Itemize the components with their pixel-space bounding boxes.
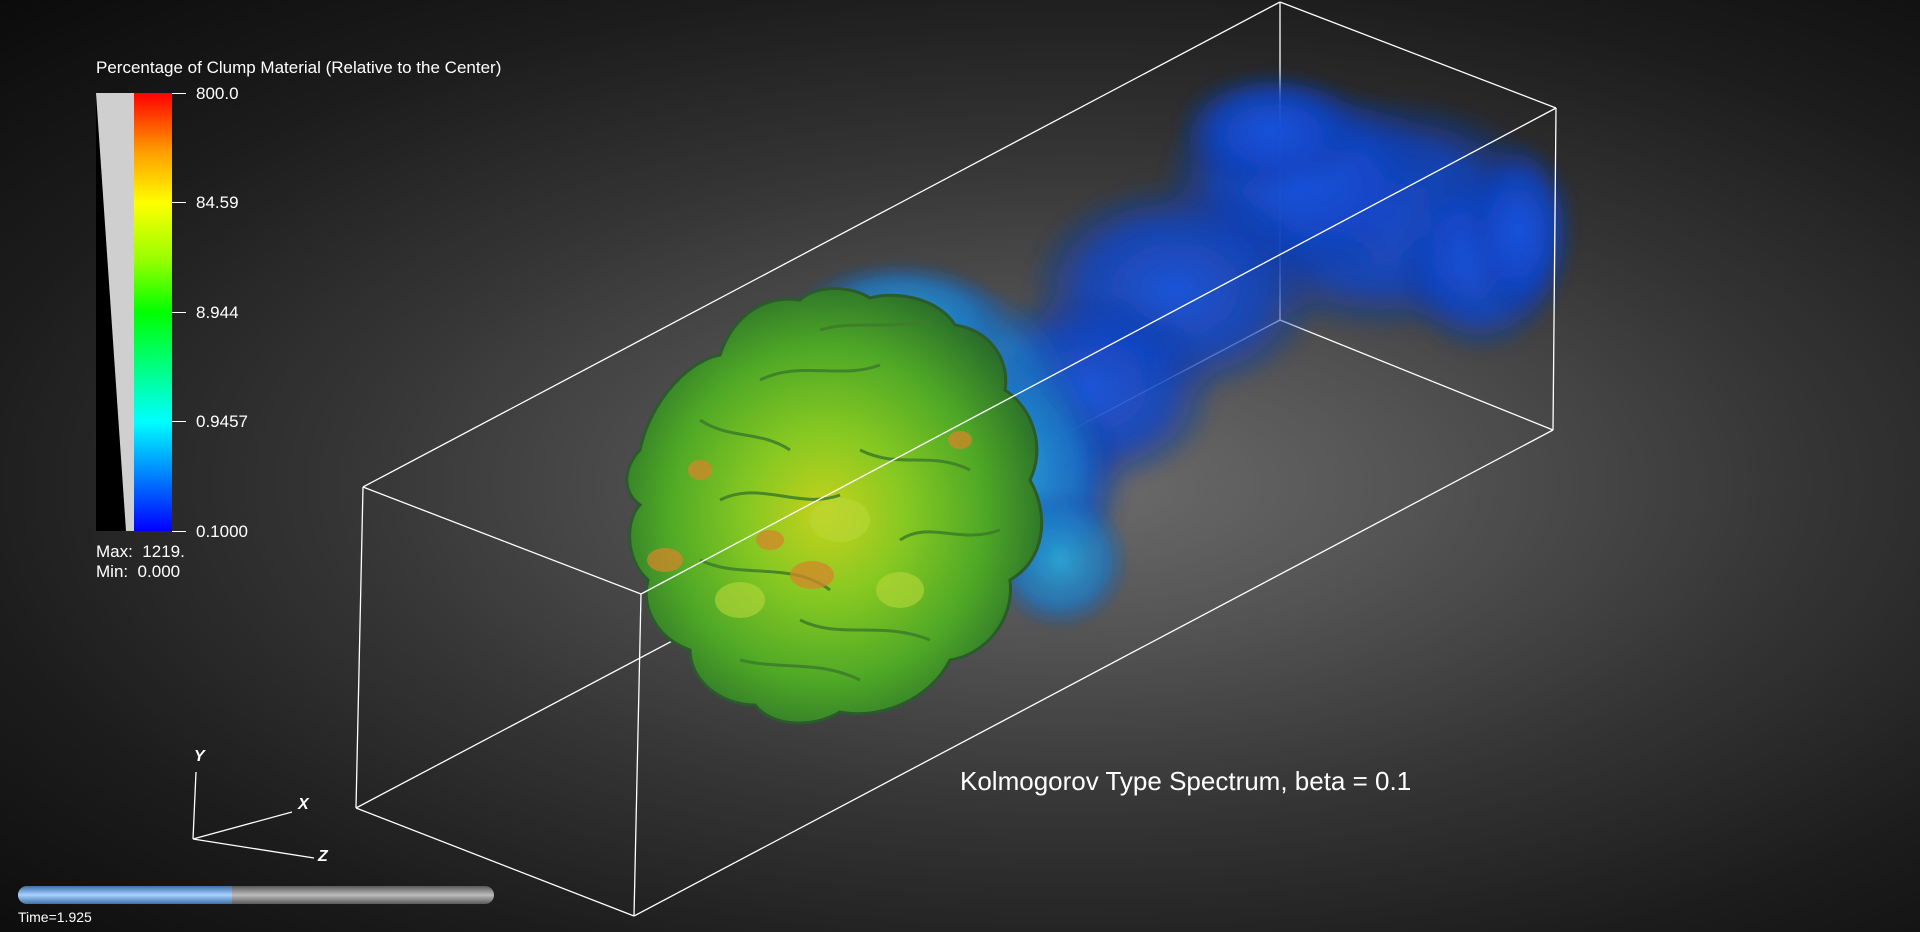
scene-caption: Kolmogorov Type Spectrum, beta = 0.1 bbox=[960, 766, 1412, 796]
legend-tick bbox=[172, 93, 186, 94]
legend-tick-label: 800.0 bbox=[196, 84, 239, 103]
orientation-axes bbox=[192, 771, 315, 859]
color-scale-bar bbox=[134, 93, 172, 531]
legend-max-label: Max: 1219. bbox=[96, 542, 185, 561]
time-progress-bar[interactable] bbox=[18, 886, 494, 904]
legend-tick-label: 0.1000 bbox=[196, 522, 248, 541]
time-progress-fill bbox=[18, 886, 233, 904]
legend-tick bbox=[172, 421, 186, 422]
axis-label-y: Y bbox=[194, 748, 205, 765]
legend-tick-label: 84.59 bbox=[196, 193, 239, 212]
legend-min-label: Min: 0.000 bbox=[96, 562, 181, 581]
axis-label-x: X bbox=[298, 796, 309, 813]
volume-render bbox=[625, 70, 1575, 725]
time-label: Time=1.925 bbox=[18, 909, 92, 925]
legend-tick bbox=[172, 312, 186, 313]
opacity-transfer-bar bbox=[96, 93, 134, 531]
legend-tick bbox=[172, 531, 186, 532]
legend-title: Percentage of Clump Material (Relative t… bbox=[96, 58, 502, 77]
legend-tick-label: 0.9457 bbox=[196, 412, 248, 431]
legend-tick-label: 8.944 bbox=[196, 303, 239, 322]
axis-label-z: Z bbox=[318, 848, 328, 865]
legend-tick bbox=[172, 202, 186, 203]
